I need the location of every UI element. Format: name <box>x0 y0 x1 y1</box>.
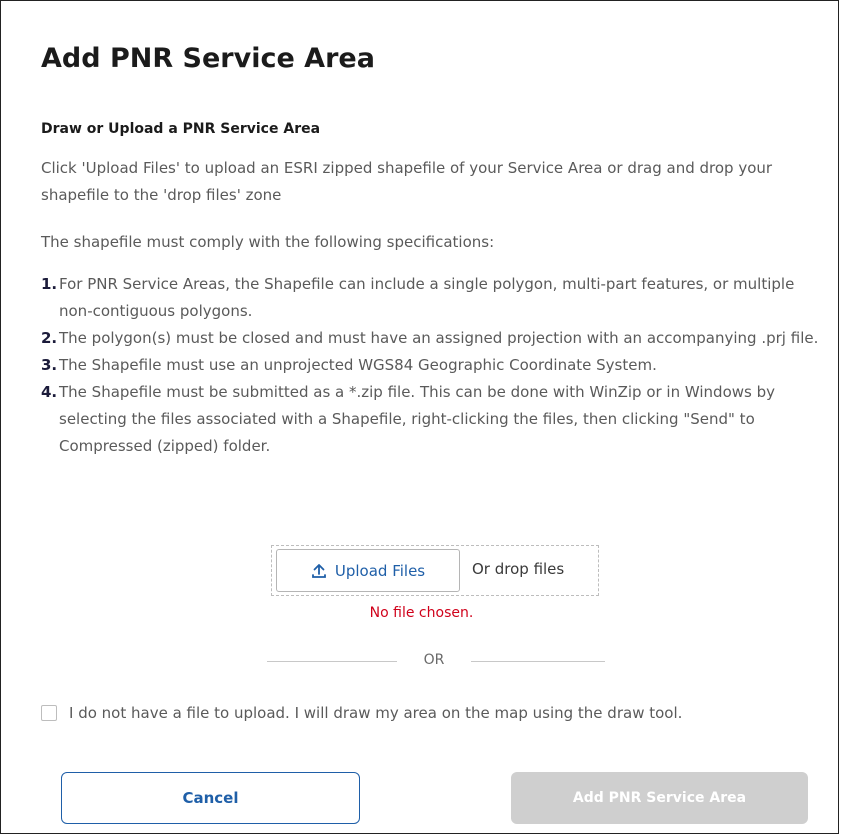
list-item: 2. The polygon(s) must be closed and mus… <box>41 325 831 352</box>
list-item: 3. The Shapefile must use an unprojected… <box>41 352 831 379</box>
separator-line-right <box>471 661 605 662</box>
or-text: OR <box>423 652 445 668</box>
list-item: 1. For PNR Service Areas, the Shapefile … <box>41 271 831 325</box>
list-item-text: The polygon(s) must be closed and must h… <box>59 329 819 347</box>
list-item: 4. The Shapefile must be submitted as a … <box>41 379 831 460</box>
list-item-number: 2. <box>41 329 58 347</box>
spec-list: 1. For PNR Service Areas, the Shapefile … <box>41 271 831 460</box>
add-service-area-button[interactable]: Add PNR Service Area <box>511 772 808 824</box>
separator-line-left <box>267 661 397 662</box>
draw-option-checkbox[interactable] <box>41 705 57 721</box>
upload-icon <box>311 563 327 579</box>
list-item-text: For PNR Service Areas, the Shapefile can… <box>59 275 795 320</box>
list-item-text: The Shapefile must use an unprojected WG… <box>59 356 657 374</box>
dialog-title: Add PNR Service Area <box>41 43 375 74</box>
intro-text: Click 'Upload Files' to upload an ESRI z… <box>41 159 773 204</box>
section-heading: Draw or Upload a PNR Service Area <box>41 121 321 137</box>
spec-intro-text: The shapefile must comply with the follo… <box>41 233 495 251</box>
draw-option-row[interactable]: I do not have a file to upload. I will d… <box>41 704 682 722</box>
list-item-number: 3. <box>41 356 58 374</box>
upload-files-label: Upload Files <box>334 561 426 580</box>
file-status-message: No file chosen. <box>369 605 474 621</box>
upload-files-button[interactable]: Upload Files <box>276 549 460 592</box>
list-item-text: The Shapefile must be submitted as a *.z… <box>59 383 776 455</box>
add-service-area-dialog: Add PNR Service Area Draw or Upload a PN… <box>0 0 839 834</box>
list-item-number: 4. <box>41 383 58 401</box>
or-separator: OR <box>267 651 605 671</box>
cancel-button[interactable]: Cancel <box>61 772 360 824</box>
draw-option-label[interactable]: I do not have a file to upload. I will d… <box>69 704 682 722</box>
drop-files-label: Or drop files <box>472 560 565 578</box>
list-item-number: 1. <box>41 275 58 293</box>
file-drop-zone[interactable]: Upload Files Or drop files <box>271 545 599 596</box>
